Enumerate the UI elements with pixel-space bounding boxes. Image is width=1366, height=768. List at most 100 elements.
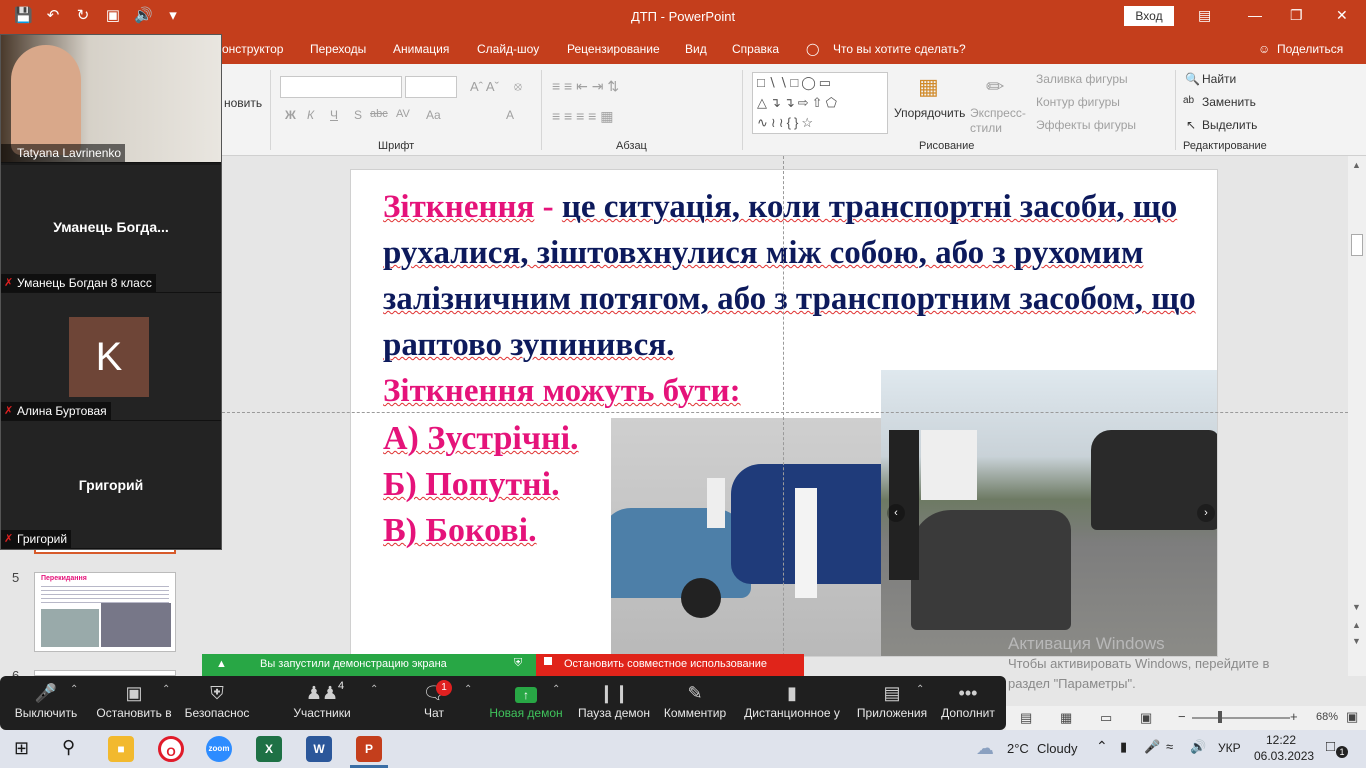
select-button[interactable]: Выделить xyxy=(1202,118,1257,132)
notifications-icon[interactable]: □ xyxy=(1326,738,1335,755)
font-grow-icon[interactable]: Aˆ Aˇ xyxy=(470,79,499,94)
minimize-icon[interactable]: — xyxy=(1248,7,1262,23)
bullets-icon[interactable]: ≡ ≡ ⇤ ⇥ ⇅ xyxy=(552,78,619,95)
scroll-down-icon[interactable]: ▼ xyxy=(1352,602,1361,612)
shape-outline-button[interactable]: Контур фигуры xyxy=(1036,95,1120,109)
prev-arrow-icon[interactable]: ‹ xyxy=(887,504,905,522)
close-icon[interactable]: ✕ xyxy=(1336,7,1348,24)
tab-view[interactable]: Вид xyxy=(685,42,707,56)
tab-transitions[interactable]: Переходы xyxy=(310,42,366,56)
shapes-row-3[interactable]: ∿≀≀{}☆ xyxy=(757,115,816,131)
chevron-up-icon[interactable]: ⌃ xyxy=(370,684,378,695)
prev-slide-icon[interactable]: ▲ xyxy=(1352,620,1361,630)
slide-sorter-icon[interactable]: ▦ xyxy=(1060,710,1072,726)
next-slide-icon[interactable]: ▼ xyxy=(1352,636,1361,646)
shape-fill-button[interactable]: Заливка фигуры xyxy=(1036,72,1128,86)
stop-video-button[interactable]: ▣ Остановить в xyxy=(96,676,172,730)
change-case-button[interactable]: Aa xyxy=(426,108,441,122)
pin-icon[interactable]: ▲ xyxy=(216,658,227,670)
shapes-gallery[interactable]: □∖∖□◯▭ △↴↴⇨⇧⬠ ∿≀≀{}☆ xyxy=(752,72,888,134)
shapes-row-1[interactable]: □∖∖□◯▭ xyxy=(757,75,834,91)
chevron-up-icon[interactable]: ⌃ xyxy=(464,684,472,695)
battery-icon[interactable]: ▮ xyxy=(1120,739,1127,755)
ribbon-display-icon[interactable]: ▤ xyxy=(1198,7,1211,24)
start-icon[interactable]: ⊞ xyxy=(14,738,29,759)
clear-format-icon[interactable]: ⦻ xyxy=(514,79,522,94)
video-tile[interactable]: K ✗ Алина Буртовая xyxy=(1,293,221,421)
weather-temp[interactable]: 2°C xyxy=(1007,741,1029,756)
excel-icon[interactable]: X xyxy=(256,736,282,762)
tab-design[interactable]: онструктор xyxy=(222,42,283,56)
font-color-button[interactable]: A xyxy=(506,108,514,122)
participants-button[interactable]: ♟♟ Участники xyxy=(290,676,354,730)
zoom-level[interactable]: 68% xyxy=(1316,711,1338,723)
more-button[interactable]: ••• Дополнит xyxy=(938,676,998,730)
pause-share-button[interactable]: ❙❙ Пауза демон xyxy=(576,676,652,730)
chevron-up-icon[interactable]: ⌃ xyxy=(1096,738,1108,755)
video-tile[interactable]: Уманець Богда... ✗ Уманець Богдан 8 класс xyxy=(1,165,221,293)
chevron-up-icon[interactable]: ⌃ xyxy=(552,684,560,695)
scroll-thumb[interactable] xyxy=(1351,234,1363,256)
zoom-in-icon[interactable]: + xyxy=(1290,709,1298,724)
underline-button[interactable]: Ч xyxy=(330,108,338,122)
font-name-select[interactable] xyxy=(280,76,402,98)
powerpoint-icon[interactable]: P xyxy=(356,736,382,762)
find-icon[interactable]: 🔍 xyxy=(1185,72,1200,86)
replace-button[interactable]: Заменить xyxy=(1202,95,1256,109)
file-explorer-icon[interactable]: ■ xyxy=(108,736,134,762)
share-button[interactable]: Поделиться xyxy=(1277,42,1343,56)
collision-types-list[interactable]: А) Зустрічні. Б) Попутні. В) Бокові. xyxy=(383,416,579,554)
volume-icon[interactable]: 🔊 xyxy=(1190,739,1206,755)
shapes-row-2[interactable]: △↴↴⇨⇧⬠ xyxy=(757,95,840,111)
normal-view-icon[interactable]: ▤ xyxy=(1020,710,1032,726)
stop-share-button[interactable]: Остановить совместное использование xyxy=(536,654,804,676)
reading-view-icon[interactable]: ▭ xyxy=(1100,710,1112,726)
vertical-scrollbar[interactable]: ▲ ▼ ▲ ▼ xyxy=(1348,156,1366,676)
zoom-out-icon[interactable]: − xyxy=(1178,709,1186,724)
clock-date[interactable]: 06.03.2023 xyxy=(1254,749,1314,763)
scroll-up-icon[interactable]: ▲ xyxy=(1352,160,1361,170)
collision-photo-1[interactable] xyxy=(611,418,881,656)
quick-styles-icon[interactable]: ✏ xyxy=(986,74,1004,100)
zoom-slider[interactable] xyxy=(1192,717,1290,719)
next-arrow-icon[interactable]: › xyxy=(1197,504,1215,522)
tab-review[interactable]: Рецензирование xyxy=(567,42,660,56)
align-icons[interactable]: ≡ ≡ ≡ ≡ ▦ xyxy=(552,108,613,125)
slide-thumbnail-5[interactable]: Перекидання xyxy=(34,572,176,652)
zoom-app-icon[interactable]: zoom xyxy=(206,736,232,762)
video-tile[interactable]: Григорий ✗ Григорий xyxy=(1,421,221,549)
collision-photo-2[interactable]: ‹ › xyxy=(881,370,1217,656)
replace-icon[interactable]: ab xyxy=(1183,95,1194,106)
security-button[interactable]: ⛨ Безопаснос xyxy=(184,676,250,730)
select-icon[interactable]: ↖ xyxy=(1186,118,1196,132)
language-indicator[interactable]: УКР xyxy=(1218,741,1241,755)
clock-time[interactable]: 12:22 xyxy=(1266,733,1296,747)
word-icon[interactable]: W xyxy=(306,736,332,762)
shadow-button[interactable]: S xyxy=(354,108,362,122)
wifi-icon[interactable]: ≈ xyxy=(1166,739,1173,754)
chevron-up-icon[interactable]: ⌃ xyxy=(162,684,170,695)
chevron-up-icon[interactable]: ⌃ xyxy=(916,684,924,695)
search-icon[interactable]: ⚲ xyxy=(62,737,75,758)
tab-animations[interactable]: Анимация xyxy=(393,42,449,56)
quick-styles-button[interactable]: Экспресс-стили xyxy=(970,106,1030,136)
microphone-icon[interactable]: 🎤 xyxy=(1144,739,1160,755)
zoom-slider-thumb[interactable] xyxy=(1218,711,1222,723)
remote-control-button[interactable]: ▮ Дистанционное у xyxy=(742,676,842,730)
font-size-select[interactable] xyxy=(405,76,457,98)
italic-button[interactable]: К xyxy=(307,108,314,122)
find-button[interactable]: Найти xyxy=(1202,72,1236,86)
annotate-button[interactable]: ✎ Комментир xyxy=(662,676,728,730)
opera-icon[interactable]: O xyxy=(158,736,184,762)
video-tile-self[interactable]: Tatyana Lavrinenko xyxy=(1,35,221,163)
chevron-up-icon[interactable]: ⌃ xyxy=(70,684,78,695)
restore-icon[interactable]: ❐ xyxy=(1290,7,1303,24)
sign-in-button[interactable]: Вход xyxy=(1124,6,1174,26)
arrange-button[interactable]: Упорядочить xyxy=(894,106,965,120)
shape-effects-button[interactable]: Эффекты фигуры xyxy=(1036,118,1136,132)
tab-help[interactable]: Справка xyxy=(732,42,779,56)
fit-slide-icon[interactable]: ▣ xyxy=(1346,709,1358,725)
strikethrough-button[interactable]: abc xyxy=(370,108,388,120)
slide-canvas[interactable]: Зіткнення - це ситуація, коли транспортн… xyxy=(350,169,1218,657)
spacing-button[interactable]: AV xyxy=(396,108,410,120)
